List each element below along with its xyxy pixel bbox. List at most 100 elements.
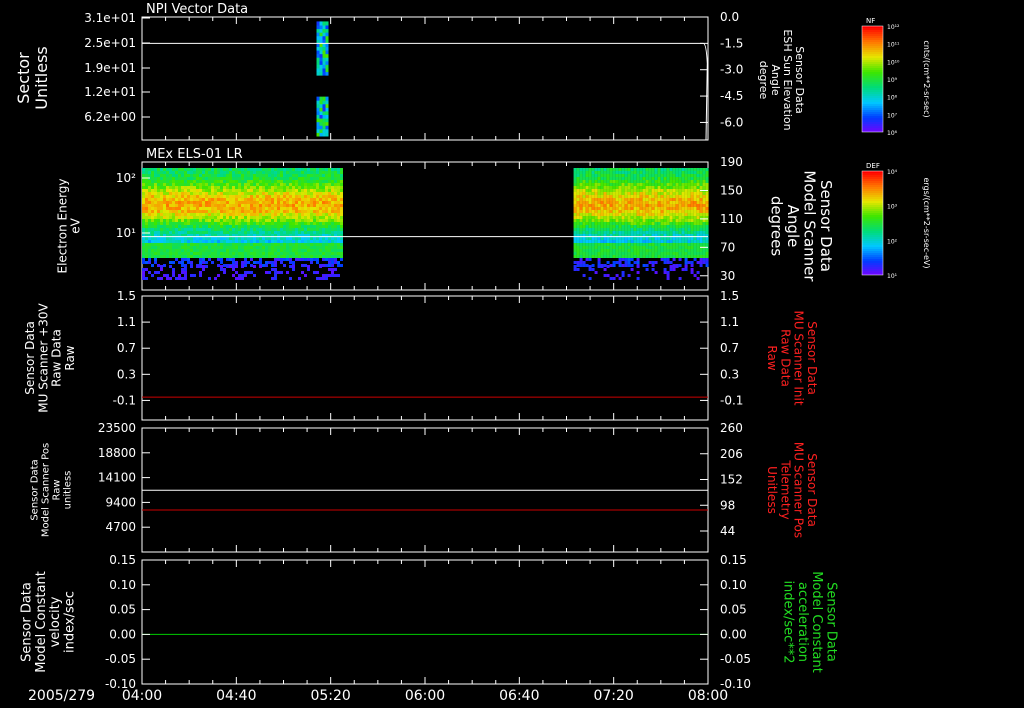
spectrogram-cell <box>226 186 229 189</box>
spectrogram-cell <box>630 228 634 231</box>
spectrogram-cell <box>184 171 187 174</box>
spectrogram-cell <box>157 171 160 174</box>
spectrogram-cell <box>247 216 250 219</box>
spectrogram-cell <box>238 210 241 213</box>
spectrogram-cell <box>145 237 148 240</box>
spectrogram-cell <box>298 207 301 210</box>
spectrogram-cell <box>666 171 670 174</box>
spectrogram-cell <box>705 261 709 264</box>
spectrogram-cell <box>627 225 631 228</box>
spectrogram-cell <box>337 210 340 213</box>
spectrogram-cell <box>283 207 286 210</box>
spectrogram-cell <box>160 174 163 177</box>
y-tick-label: 1.5 <box>720 289 739 303</box>
spectrogram-cell <box>196 192 199 195</box>
spectrogram-cell <box>576 216 580 219</box>
spectrogram-cell <box>316 210 319 213</box>
spectrogram-cell <box>675 171 679 174</box>
spectrogram-cell <box>175 255 178 258</box>
spectrogram-cell <box>148 201 151 204</box>
spectrogram-cell <box>232 174 235 177</box>
spectrogram-cell <box>600 240 604 243</box>
spectrogram-cell <box>142 180 145 183</box>
spectrogram-cell <box>331 264 334 267</box>
spectrogram-cell <box>259 198 262 201</box>
spectrogram-cell <box>253 192 256 195</box>
spectrogram-cell <box>163 237 166 240</box>
spectrogram-cell <box>193 213 196 216</box>
spectrogram-cell <box>615 231 619 234</box>
spectrogram-cell <box>627 237 631 240</box>
spectrogram-cell <box>612 204 616 207</box>
spectrogram-cell <box>666 207 670 210</box>
spectrogram-cell <box>579 252 583 255</box>
spectrogram-cell <box>187 222 190 225</box>
spectrogram-cell <box>621 174 625 177</box>
spectrogram-cell <box>573 240 577 243</box>
spectrogram-cell <box>322 28 326 33</box>
spectrogram-cell <box>304 204 307 207</box>
spectrogram-cell <box>594 255 598 258</box>
spectrogram-cell <box>630 171 634 174</box>
spectrogram-cell <box>337 222 340 225</box>
spectrogram-cell <box>573 180 577 183</box>
spectrogram-cell <box>319 35 323 40</box>
spectrogram-cell <box>696 228 700 231</box>
y-tick-label: 0.05 <box>109 603 136 617</box>
spectrogram-cell <box>304 186 307 189</box>
spectrogram-cell <box>663 189 667 192</box>
spectrogram-cell <box>639 207 643 210</box>
spectrogram-cell <box>214 207 217 210</box>
spectrogram-cell <box>639 204 643 207</box>
spectrogram-cell <box>660 216 664 219</box>
spectrogram-cell <box>642 189 646 192</box>
spectrogram-cell <box>606 183 610 186</box>
spectrogram-cell <box>594 213 598 216</box>
spectrogram-cell <box>175 219 178 222</box>
spectrogram-cell <box>256 249 259 252</box>
spectrogram-cell <box>271 195 274 198</box>
spectrogram-cell <box>205 249 208 252</box>
spectrogram-cell <box>277 231 280 234</box>
spectrogram-cell <box>576 237 580 240</box>
spectrogram-cell <box>603 183 607 186</box>
spectrogram-cell <box>636 174 640 177</box>
colorbar-cell <box>862 52 883 54</box>
spectrogram-cell <box>175 252 178 255</box>
spectrogram-cell <box>615 168 619 171</box>
spectrogram-cell <box>229 225 232 228</box>
spectrogram-cell <box>169 213 172 216</box>
spectrogram-cell <box>163 192 166 195</box>
spectrogram-cell <box>148 216 151 219</box>
spectrogram-cell <box>639 228 643 231</box>
spectrogram-cell <box>588 180 592 183</box>
spectrogram-cell <box>160 255 163 258</box>
spectrogram-cell <box>654 222 658 225</box>
spectrogram-cell <box>687 222 691 225</box>
spectrogram-cell <box>232 216 235 219</box>
spectrogram-cell <box>657 171 661 174</box>
spectrogram-cell <box>615 274 619 277</box>
spectrogram-cell <box>340 171 343 174</box>
spectrogram-cell <box>633 255 637 258</box>
spectrogram-cell <box>148 271 151 274</box>
spectrogram-cell <box>591 243 595 246</box>
spectrogram-cell <box>256 174 259 177</box>
spectrogram-cell <box>705 249 709 252</box>
spectrogram-cell <box>621 192 625 195</box>
spectrogram-cell <box>307 204 310 207</box>
spectrogram-cell <box>298 222 301 225</box>
spectrogram-cell <box>657 228 661 231</box>
spectrogram-cell <box>163 201 166 204</box>
spectrogram-cell <box>316 177 319 180</box>
spectrogram-cell <box>247 243 250 246</box>
spectrogram-cell <box>657 231 661 234</box>
spectrogram-cell <box>307 216 310 219</box>
spectrogram-cell <box>579 192 583 195</box>
spectrogram-cell <box>642 168 646 171</box>
spectrogram-cell <box>160 195 163 198</box>
spectrogram-cell <box>325 103 329 108</box>
y-axis-label-right-line: Angle <box>769 64 782 96</box>
colorbar-cell <box>862 94 883 96</box>
spectrogram-cell <box>340 231 343 234</box>
